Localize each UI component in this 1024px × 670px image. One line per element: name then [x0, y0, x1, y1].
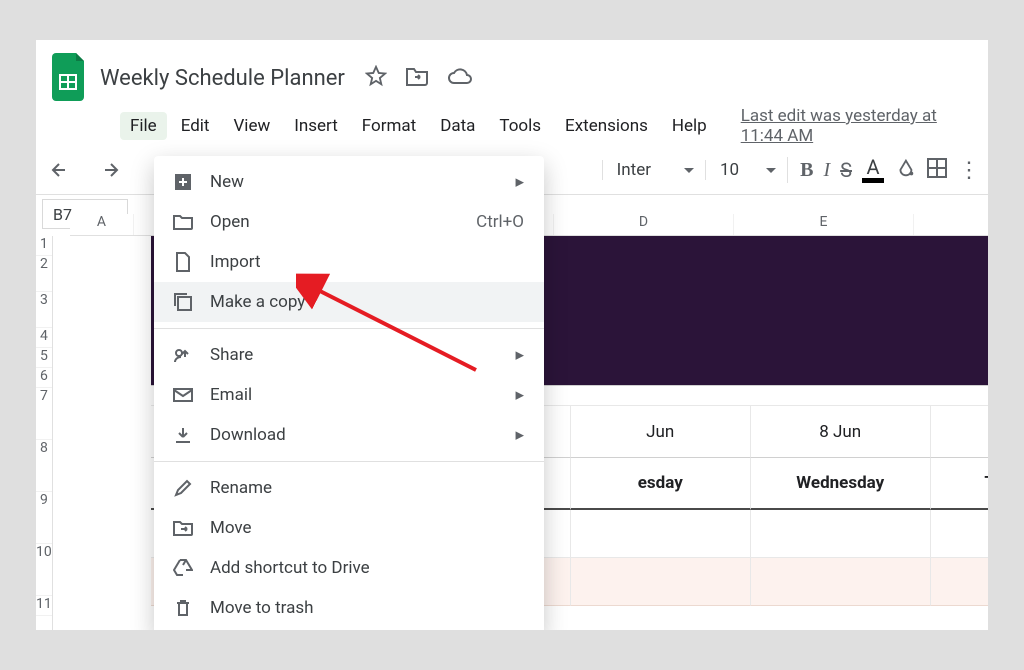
menu-item-share[interactable]: Share ▸ — [154, 335, 544, 375]
col-F[interactable]: F — [914, 214, 988, 235]
drive-shortcut-icon — [172, 559, 194, 577]
move-to-folder-icon[interactable] — [405, 66, 429, 90]
row-7[interactable]: 7 — [36, 388, 52, 440]
font-size-select[interactable]: 10 — [705, 160, 777, 180]
menu-data[interactable]: Data — [430, 112, 485, 140]
row-10[interactable]: 10 — [36, 544, 52, 596]
menu-item-download[interactable]: Download ▸ — [154, 415, 544, 455]
row-9[interactable]: 9 — [36, 492, 52, 544]
row-5[interactable]: 5 — [36, 348, 52, 368]
menu-item-rename[interactable]: Rename — [154, 468, 544, 508]
move-label: Move — [210, 518, 252, 538]
font-size-label: 10 — [720, 160, 739, 180]
font-name-label: Inter — [617, 160, 651, 180]
day-F[interactable]: Thursday — [931, 458, 988, 510]
sheets-logo[interactable] — [48, 52, 92, 104]
bold-button[interactable]: B — [800, 159, 813, 182]
pencil-icon — [172, 479, 194, 497]
share-icon — [172, 347, 194, 363]
menu-view[interactable]: View — [223, 112, 280, 140]
chevron-right-icon: ▸ — [515, 385, 524, 405]
menu-item-email[interactable]: Email ▸ — [154, 375, 544, 415]
add-shortcut-label: Add shortcut to Drive — [210, 558, 370, 578]
redo-button[interactable] — [90, 152, 126, 188]
italic-button[interactable]: I — [823, 159, 830, 182]
font-family-select[interactable]: Inter — [602, 160, 695, 180]
open-shortcut: Ctrl+O — [476, 212, 524, 232]
menu-item-open[interactable]: Open Ctrl+O — [154, 202, 544, 242]
text-color-button[interactable]: A — [862, 158, 884, 182]
date-D[interactable]: Jun — [571, 406, 751, 458]
menu-item-new[interactable]: New ▸ — [154, 162, 544, 202]
download-label: Download — [210, 425, 286, 445]
download-icon — [172, 426, 194, 444]
undo-button[interactable] — [44, 152, 80, 188]
row-4[interactable]: 4 — [36, 328, 52, 348]
row-11[interactable]: 11 — [36, 596, 52, 616]
move-icon — [172, 520, 194, 536]
row-6[interactable]: 6 — [36, 368, 52, 388]
menu-item-add-shortcut[interactable]: Add shortcut to Drive — [154, 548, 544, 588]
chevron-right-icon: ▸ — [515, 425, 524, 445]
col-E[interactable]: E — [734, 214, 914, 235]
chevron-down-icon — [683, 160, 695, 180]
file-menu-popup: New ▸ Open Ctrl+O Import Make a copy — [154, 156, 544, 630]
plus-square-icon — [172, 173, 194, 191]
col-A[interactable]: A — [70, 214, 134, 235]
copy-icon — [172, 292, 194, 312]
cloud-status-icon[interactable] — [447, 67, 473, 89]
row-3[interactable]: 3 — [36, 292, 52, 328]
import-label: Import — [210, 252, 261, 272]
menu-file[interactable]: File — [120, 112, 167, 140]
strikethrough-button[interactable]: S — [840, 158, 852, 182]
star-icon[interactable] — [365, 65, 387, 91]
menu-edit[interactable]: Edit — [171, 112, 220, 140]
chevron-right-icon: ▸ — [515, 172, 524, 192]
menu-item-move[interactable]: Move — [154, 508, 544, 548]
new-label: New — [210, 172, 244, 192]
menu-item-trash[interactable]: Move to trash — [154, 588, 544, 628]
share-label: Share — [210, 345, 253, 365]
email-icon — [172, 388, 194, 402]
document-icon — [172, 252, 194, 272]
borders-button[interactable] — [926, 157, 948, 183]
app-frame: Weekly Schedule Planner File Edit View I… — [36, 40, 988, 630]
title-bar: Weekly Schedule Planner — [36, 40, 988, 104]
menu-extensions[interactable]: Extensions — [555, 112, 658, 140]
day-E[interactable]: Wednesday — [751, 458, 931, 510]
date-F[interactable]: 9 Jun — [931, 406, 988, 458]
menu-bar: File Edit View Insert Format Data Tools … — [36, 104, 988, 146]
text-color-underline — [862, 178, 884, 183]
fill-color-button[interactable] — [894, 157, 916, 183]
row-8[interactable]: 8 — [36, 440, 52, 492]
menu-item-import[interactable]: Import — [154, 242, 544, 282]
row-1[interactable]: 1 — [36, 236, 52, 256]
last-edit-link[interactable]: Last edit was yesterday at 11:44 AM — [741, 106, 976, 146]
email-label: Email — [210, 385, 252, 405]
row-2[interactable]: 2 — [36, 256, 52, 292]
more-tools-icon[interactable]: ⋮ — [958, 158, 980, 183]
make-copy-label: Make a copy — [210, 292, 305, 312]
rename-label: Rename — [210, 478, 272, 498]
col-D[interactable]: D — [554, 214, 734, 235]
menu-item-make-copy[interactable]: Make a copy — [154, 282, 544, 322]
menu-tools[interactable]: Tools — [489, 112, 551, 140]
open-label: Open — [210, 212, 250, 232]
trash-icon — [172, 599, 194, 617]
chevron-down-icon — [765, 160, 777, 180]
row-headers: 1 2 3 4 5 6 7 8 9 10 11 — [36, 236, 53, 630]
day-D[interactable]: esday — [571, 458, 751, 510]
chevron-right-icon: ▸ — [515, 345, 524, 365]
menu-insert[interactable]: Insert — [284, 112, 348, 140]
date-E[interactable]: 8 Jun — [751, 406, 931, 458]
menu-format[interactable]: Format — [352, 112, 426, 140]
trash-label: Move to trash — [210, 598, 313, 618]
menu-help[interactable]: Help — [662, 112, 717, 140]
folder-icon — [172, 214, 194, 230]
document-title[interactable]: Weekly Schedule Planner — [100, 66, 345, 91]
